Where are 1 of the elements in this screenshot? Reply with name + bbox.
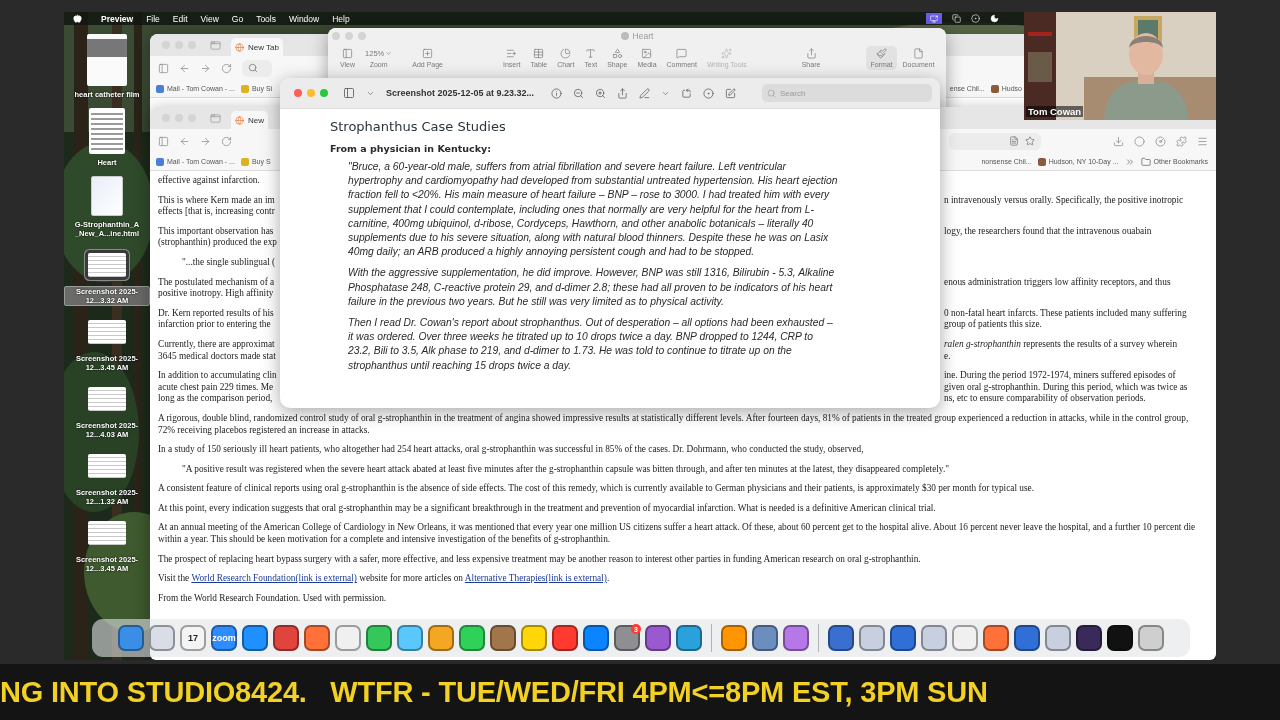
ticker-text: NG INTO STUDIO8424. WTFR - TUE/WED/FRI 4PM<=8PM EST, 3PM SUN [0,675,988,709]
